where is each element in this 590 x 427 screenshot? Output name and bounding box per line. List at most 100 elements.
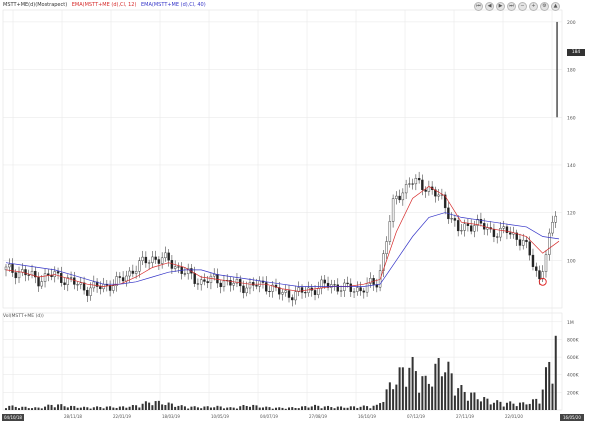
volume-bar xyxy=(151,405,154,410)
candle-body xyxy=(268,291,271,293)
volume-bar xyxy=(11,405,14,410)
candle-body xyxy=(385,241,388,254)
volume-bar xyxy=(109,406,112,410)
volume-bar xyxy=(232,407,235,410)
volume-bar xyxy=(14,406,17,410)
volume-bar xyxy=(424,375,427,410)
volume-bar xyxy=(47,404,50,410)
volume-tick-label: 1M xyxy=(567,320,574,326)
candle-body xyxy=(193,273,196,284)
candle-body xyxy=(505,226,509,233)
volume-bar xyxy=(239,406,242,410)
volume-bar xyxy=(499,401,502,410)
volume-bar xyxy=(388,382,391,410)
candle-body xyxy=(56,271,60,274)
volume-bar xyxy=(226,407,229,410)
volume-bar xyxy=(115,407,118,410)
zoom-out-icon[interactable]: − xyxy=(518,2,527,11)
candle-body xyxy=(544,254,548,272)
candle-body xyxy=(395,195,398,199)
volume-bar xyxy=(164,405,167,410)
chart-toolbar: ⏮ ◀ ▶ ⏭ − + ⚙ ▲ xyxy=(474,2,560,11)
candle-body xyxy=(27,274,30,276)
volume-bar xyxy=(274,407,277,410)
volume-bar xyxy=(213,407,216,410)
volume-bar xyxy=(135,405,138,410)
volume-bar xyxy=(102,408,105,410)
candle-body xyxy=(437,194,440,197)
volume-bar xyxy=(99,407,102,410)
volume-bar xyxy=(447,361,450,410)
candle-body xyxy=(330,284,333,288)
settings-icon[interactable]: ⚙ xyxy=(540,2,549,11)
volume-bar xyxy=(382,401,385,410)
up-icon[interactable]: ▲ xyxy=(551,2,560,11)
zoom-in-icon[interactable]: + xyxy=(529,2,538,11)
volume-bar xyxy=(538,403,541,410)
candle-body xyxy=(118,276,122,278)
volume-bar xyxy=(229,407,232,410)
candle-body xyxy=(40,281,43,287)
first-icon[interactable]: ⏮ xyxy=(474,2,483,11)
candle-body xyxy=(203,279,206,282)
candle-body xyxy=(391,198,395,222)
volume-bar xyxy=(34,407,37,410)
volume-bar xyxy=(333,408,336,410)
candle-body xyxy=(499,228,502,238)
play-icon[interactable]: ▶ xyxy=(496,2,505,11)
volume-bar xyxy=(297,408,300,410)
last-icon[interactable]: ⏭ xyxy=(507,2,516,11)
chart-title-bar: MSTT+ME(d)(Mostrapect) EMA(MSTT+ME (d),C… xyxy=(3,2,209,8)
volume-bar xyxy=(70,405,73,410)
price-tick-label: 100 xyxy=(567,258,576,264)
candle-body xyxy=(502,226,505,229)
volume-bar xyxy=(375,404,378,410)
candle-body xyxy=(206,281,209,283)
volume-bar xyxy=(63,406,66,410)
volume-bar xyxy=(141,403,144,410)
candle-body xyxy=(138,260,141,272)
candle-body xyxy=(164,252,167,259)
volume-bar xyxy=(128,406,131,410)
candle-body xyxy=(356,287,359,292)
volume-bar xyxy=(190,406,193,410)
volume-bar xyxy=(392,389,395,410)
volume-bar xyxy=(450,373,453,410)
candle-body xyxy=(73,277,76,285)
back-icon[interactable]: ◀ xyxy=(485,2,494,11)
volume-bar xyxy=(362,405,365,410)
symbol-label: MSTT+ME(d)(Mostrapect) xyxy=(3,2,68,8)
volume-bar xyxy=(427,383,430,410)
volume-bar xyxy=(535,398,538,410)
candle-body xyxy=(463,223,466,231)
candle-body xyxy=(398,195,401,201)
volume-bar xyxy=(5,408,7,410)
volume-bar xyxy=(470,392,473,410)
candle-body xyxy=(147,262,151,264)
volume-bar xyxy=(122,406,125,410)
volume-bar xyxy=(401,367,404,410)
volume-bar xyxy=(50,404,53,410)
candle-body xyxy=(453,218,457,221)
volume-bar xyxy=(200,408,203,410)
volume-bar xyxy=(216,405,219,410)
volume-bar xyxy=(327,405,330,410)
volume-tick-label: 400K xyxy=(567,373,580,379)
volume-bar xyxy=(463,391,466,410)
volume-bar xyxy=(395,384,398,410)
volume-bar xyxy=(349,406,352,410)
volume-bar xyxy=(105,406,108,410)
volume-bar xyxy=(271,408,274,410)
volume-bar xyxy=(27,408,30,410)
volume-bar xyxy=(187,408,190,410)
candle-body xyxy=(424,189,427,192)
candle-body xyxy=(469,225,473,232)
candle-body xyxy=(414,178,418,185)
volume-bar xyxy=(118,406,121,410)
candle-body xyxy=(14,272,17,279)
candle-body xyxy=(401,192,405,201)
volume-bar xyxy=(314,404,317,410)
volume-bar xyxy=(86,407,89,410)
volume-bar xyxy=(278,407,281,410)
volume-bar xyxy=(252,404,255,410)
